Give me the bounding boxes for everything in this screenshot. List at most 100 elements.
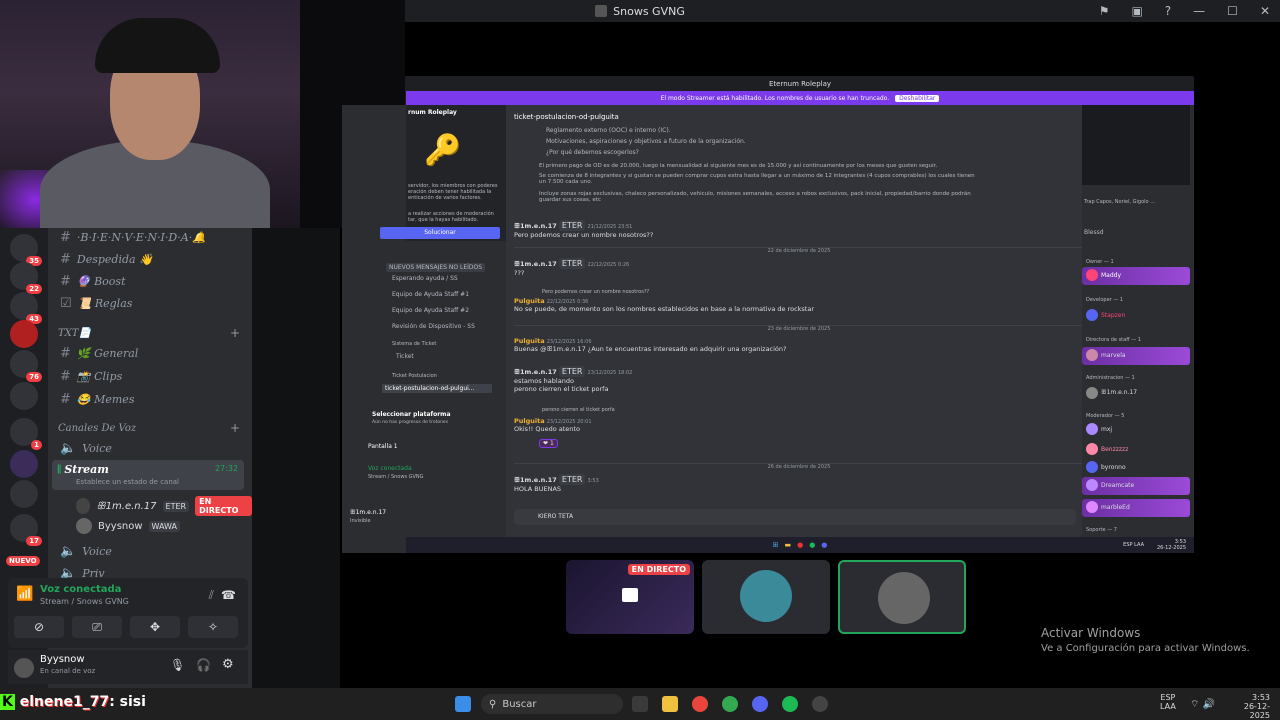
stream-bg <box>252 228 340 688</box>
network-icon[interactable]: ⌔ 🔊 <box>1190 698 1215 711</box>
member[interactable]: Maddy <box>1086 269 1121 281</box>
channel-general[interactable]: # 🌿 General <box>60 346 138 361</box>
signal-icon: 📶 <box>16 586 34 602</box>
voice-channel-stream[interactable]: 𝄃 Stream 27:32 Establece un estado de ca… <box>52 460 244 490</box>
inner-taskbar: ⊞ ▬ ● ● ● ESP LAA 3:53 26-12-2025 <box>406 537 1194 553</box>
activities-button[interactable]: ✥ <box>130 616 180 638</box>
language-indicator[interactable]: ESP LAA <box>1160 693 1176 711</box>
voice-channel-voice-2[interactable]: 🔈 Voice <box>60 544 112 559</box>
stream-preview <box>1082 105 1190 185</box>
voice-user[interactable]: Byysnow WAWA <box>76 518 180 534</box>
channel-memes[interactable]: # 😂 Memes <box>60 392 134 407</box>
clock[interactable]: 3:53 26-12-2025 <box>1226 693 1270 720</box>
camera-off-button[interactable]: ⊘ <box>14 616 64 638</box>
taskbar-search[interactable]: ⚲ Buscar <box>481 694 623 714</box>
obs-icon[interactable] <box>812 696 828 712</box>
member[interactable]: ꕥ1m.e.n.17 <box>1086 387 1137 399</box>
server-icon[interactable]: 76 <box>10 350 42 382</box>
avatar <box>740 570 792 622</box>
microphone-icon[interactable]: 🎙 <box>170 658 185 672</box>
task-view-icon[interactable] <box>632 696 648 712</box>
file-explorer-icon[interactable] <box>662 696 678 712</box>
server-icon[interactable] <box>10 320 38 348</box>
headphones-icon[interactable]: 🎧 <box>196 658 211 672</box>
opera-icon: ● <box>797 541 804 549</box>
app-icon <box>595 5 608 17</box>
member[interactable]: Dreamcate <box>1086 479 1134 491</box>
noise-suppression-icon[interactable]: ⫽ <box>209 588 214 603</box>
chat-overlay: K elnene1_77: sisi <box>0 694 146 710</box>
soundboard-button[interactable]: ✧ <box>188 616 238 638</box>
help-icon[interactable]: ? <box>1165 4 1171 18</box>
user-thumb[interactable] <box>702 560 830 634</box>
screen-icon[interactable]: ▣ <box>1131 4 1142 18</box>
avatar <box>878 572 930 624</box>
server-icon[interactable] <box>10 480 38 508</box>
category-txt[interactable]: TXT📄 <box>58 328 91 339</box>
add-channel-icon[interactable]: + <box>230 326 240 340</box>
member[interactable]: byronno <box>1086 461 1126 473</box>
member[interactable]: marvela <box>1086 349 1126 361</box>
solve-button[interactable]: Solucionar <box>380 227 500 239</box>
close-icon[interactable]: ✕ <box>1260 4 1270 18</box>
server-icon[interactable] <box>10 382 38 410</box>
message-input[interactable]: KIERO TETA <box>514 509 1076 525</box>
chrome-icon[interactable] <box>692 696 708 712</box>
message: Pulguita 23/12/2025 20:01 Okis!! Quedo at… <box>514 417 592 433</box>
member[interactable]: marbleEd <box>1086 501 1130 513</box>
server-icon[interactable]: 43 <box>10 292 42 324</box>
maximize-icon[interactable]: ☐ <box>1227 4 1238 18</box>
message: Pulguita 22/12/2025 0:36 No se puede, de … <box>514 297 814 313</box>
server-icon[interactable]: 22 <box>10 262 42 294</box>
search-icon: ⚲ <box>489 698 497 710</box>
channel-header: ticket-postulacion-od-pulguita <box>514 113 619 121</box>
key-icon: 🔑 <box>424 133 462 168</box>
disable-button[interactable]: Deshabilitar <box>895 94 940 102</box>
member[interactable]: Stapzen <box>1086 309 1125 321</box>
streamed-discord-window: Eternum Roleplay El modo Streamer está h… <box>342 76 1194 553</box>
discord-icon[interactable] <box>752 696 768 712</box>
server-icon[interactable]: 1 <box>10 418 42 450</box>
server-icon[interactable]: 35 <box>10 234 42 266</box>
flag-icon[interactable]: ⚑ <box>1099 4 1110 18</box>
member[interactable]: Benzzzzz <box>1086 443 1128 455</box>
screen-share-button[interactable]: ⎚ <box>72 616 122 638</box>
channel-status[interactable]: Establece un estado de canal <box>76 478 179 486</box>
category-voice[interactable]: Canales De Voz <box>58 423 136 434</box>
avatar[interactable] <box>14 658 34 678</box>
chrome-profile-icon[interactable] <box>722 696 738 712</box>
screen-share-thumb[interactable]: EN DIRECTO <box>566 560 694 634</box>
channel-boost[interactable]: # 🔮 Boost <box>60 274 126 289</box>
member[interactable]: mxj <box>1086 423 1112 435</box>
channel-reglas[interactable]: ☑ 📜 Reglas <box>60 296 132 311</box>
reaction-heart[interactable]: ❤ 1 <box>539 439 558 448</box>
message: ꕥ1m.e.n.17 ETER 22/12/2025 0:26??? <box>514 258 630 277</box>
channel-bienvenida[interactable]: # ·B·I·E·N·V·E·N·I·D·A·🔔 <box>60 230 206 245</box>
member-list: Trap Capos, Noriel, Gigolo ... Blessd Ow… <box>1082 105 1194 553</box>
avatar <box>76 518 92 534</box>
channel-despedida[interactable]: # Despedida 👋 <box>60 252 153 267</box>
streamer-banner: El modo Streamer está habilitado. Los no… <box>406 91 1194 105</box>
nuevo-badge: NUEVO <box>6 556 40 566</box>
disconnect-icon[interactable]: ☎ <box>221 588 236 602</box>
minimize-icon[interactable]: — <box>1193 4 1205 18</box>
server-icon[interactable]: 17 <box>10 514 42 546</box>
stream-thumbnails: EN DIRECTO <box>566 560 968 635</box>
gear-icon[interactable]: ⚙ <box>222 657 234 672</box>
speaker-icon: 🔈 <box>60 544 77 559</box>
windows-icon: ⊞ <box>772 541 779 549</box>
activate-windows-title: Activar Windows <box>1041 626 1141 640</box>
start-icon[interactable] <box>455 696 471 712</box>
voice-channel-voice[interactable]: 🔈 Voice <box>60 441 112 456</box>
user-thumb-speaking[interactable] <box>838 560 966 634</box>
add-voice-icon[interactable]: + <box>230 421 240 435</box>
screen-icon <box>622 588 638 602</box>
window-title: Snows GVNG <box>613 4 685 18</box>
voice-user[interactable]: ꕥ1m.e.n.17 ETER EN DIRECTO <box>76 496 252 516</box>
spotify-icon: ● <box>809 541 816 549</box>
speaker-icon: 🔈 <box>60 441 77 456</box>
server-icon[interactable] <box>10 450 38 478</box>
discord-icon: ● <box>821 541 828 549</box>
channel-clips[interactable]: # 📸 Clips <box>60 369 122 384</box>
spotify-icon[interactable] <box>782 696 798 712</box>
